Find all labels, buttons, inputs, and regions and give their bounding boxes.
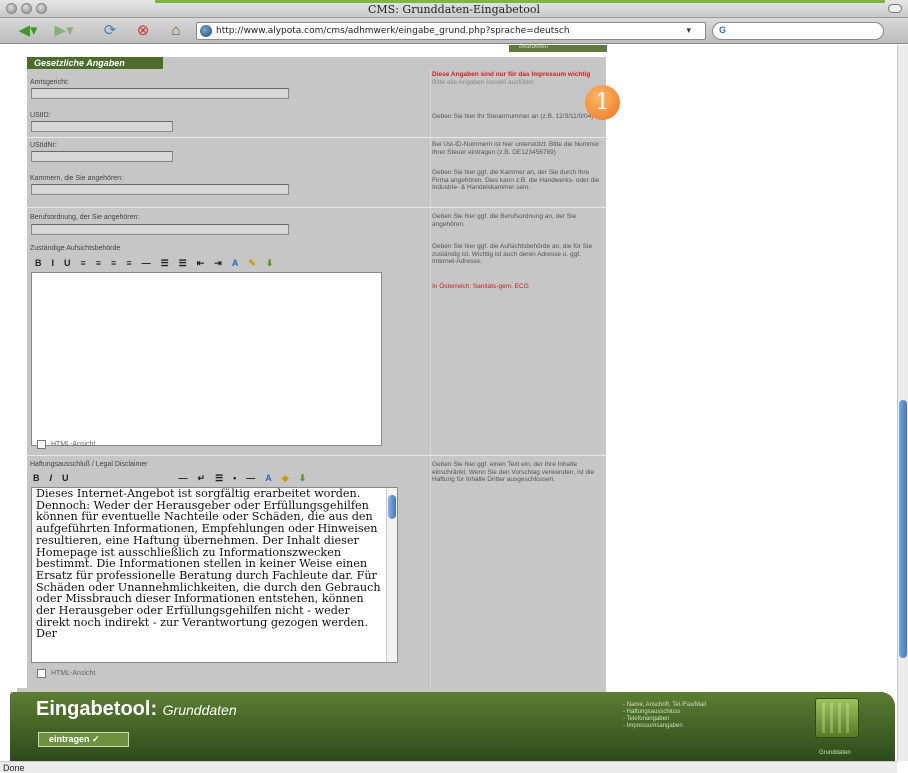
kammern-hint: Geben Sie hier ggf. die Kammer an, der S… (432, 169, 600, 191)
align-right-button[interactable]: ≡ (111, 258, 116, 268)
window-title: CMS: Grunddaten-Eingabetool (368, 3, 540, 16)
berufsordnung-input[interactable] (31, 224, 289, 235)
html-view-label: HTML-Ansicht (51, 670, 96, 677)
reload-icon[interactable]: ⟳ (100, 22, 120, 40)
text-color-button[interactable]: A (232, 258, 239, 268)
row-separator (27, 207, 606, 208)
indent-button[interactable]: ⇥ (214, 258, 222, 269)
insert-button[interactable]: ⬇ (266, 258, 274, 269)
underline-button[interactable]: U (64, 258, 71, 268)
footer-link[interactable]: - Haftungsausschluss (623, 709, 706, 716)
submit-button[interactable]: eintragen ✓ (38, 732, 129, 747)
disclaimer-scrollbar[interactable] (386, 488, 397, 662)
text-color-button[interactable]: A (265, 473, 272, 483)
required-subhint: Bitte alle Angaben korrekt ausfüllen (432, 79, 534, 86)
status-bar: Done (0, 761, 897, 773)
site-globe-icon (200, 25, 212, 37)
aufsicht-red-hint: In Österreich: Sanitäts-gem. ECG (432, 283, 529, 290)
footer-title: Eingabetool: Grunddaten (36, 698, 237, 721)
window-titlebar: CMS: Grunddaten-Eingabetool (0, 0, 908, 18)
outdent-button[interactable]: ⇤ (197, 258, 205, 269)
search-field[interactable]: G (712, 22, 884, 40)
ustidnr-label: UStIdNr: (30, 142, 57, 149)
aufsicht-hint: Geben Sie hier ggf. die Aufsichtsbehörde… (432, 243, 593, 265)
berufsordnung-label: Berufsordnung, der Sie angehören: (30, 214, 140, 221)
browser-toolbar: ◀▾ ▶▾ ⟳ ⊗ ⌂ http://www.alypota.com/cms/a… (0, 18, 908, 44)
column-divider (430, 69, 431, 697)
bullet-button[interactable]: • (233, 473, 236, 483)
page-scroll-thumb[interactable] (899, 400, 907, 658)
search-engine-icon[interactable]: G (719, 25, 726, 35)
insert-button[interactable]: ⬇ (299, 473, 307, 484)
html-view-checkbox[interactable] (37, 669, 46, 678)
editor1-toolbar: B I U ≡ ≡ ≡ ≡ — ☰ ☰ ⇤ ⇥ A ✎ ⬇ (35, 256, 273, 270)
footer-link[interactable]: - Telefonangaben (623, 716, 706, 723)
required-hint: Diese Angaben sind nur für das Impressum… (432, 71, 591, 78)
align-left-button[interactable]: ≡ (81, 258, 86, 268)
highlight-button[interactable]: ✎ (248, 258, 256, 269)
home-icon[interactable]: ⌂ (166, 22, 186, 40)
footer-link[interactable]: - Name, Anschrift, Tel./Fax/Mail (623, 702, 706, 709)
html-view-checkbox[interactable] (37, 440, 46, 449)
url-field[interactable]: http://www.alypota.com/cms/adhmwerk/eing… (196, 22, 706, 40)
aufsicht-label: Zuständige Aufsichtsbehörde (30, 245, 121, 252)
line-break-button[interactable]: ↵ (198, 473, 206, 484)
italic-button[interactable]: I (50, 473, 53, 483)
footer-subtitle: Grunddaten (162, 702, 237, 718)
crate-caption: Grunddaten (819, 750, 851, 756)
justify-button[interactable]: ≡ (126, 258, 131, 268)
form-panel: Gesetzliche Angaben Amtsgericht: Diese A… (27, 57, 606, 697)
footer-bar: Eingabetool: Grunddaten eintragen ✓ - Na… (10, 692, 895, 761)
section-tab: Gesetzliche Angaben (27, 57, 163, 69)
row-separator (27, 137, 606, 138)
unordered-list-button[interactable]: ☰ (179, 258, 187, 269)
underline-button[interactable]: U (62, 473, 69, 483)
row-separator (27, 455, 606, 456)
disclaimer-label: Haftungsausschluß / Legal Disclaimer (30, 461, 148, 468)
disclaimer-hint: Geben Sie hier ggf. einen Text ein, der … (432, 461, 595, 483)
top-strip: Bearbeiten (509, 44, 607, 52)
hr-button[interactable]: — (179, 473, 188, 483)
disclaimer-scroll-thumb[interactable] (388, 495, 396, 519)
ustid-hint: Bei Ust-ID-Nummern ist hier unterstützt.… (432, 141, 600, 156)
url-text: http://www.alypota.com/cms/adhmwerk/eing… (216, 26, 570, 36)
amtsgericht-label: Amtsgericht: (30, 79, 69, 86)
footer-links: - Name, Anschrift, Tel./Fax/Mail - Haftu… (623, 702, 706, 730)
kammern-label: Kammern, die Sie angehören: (30, 175, 123, 182)
align-center-button[interactable]: ≡ (96, 258, 101, 268)
editor2-toolbar: B I U — ↵ ☰ • — A ◆ ⬇ (33, 471, 306, 485)
steuernummer-hint: Geben Sie hier Ihr Steuernummer an (z.B.… (432, 113, 594, 120)
step-number-badge: 1 (585, 85, 620, 120)
disclaimer-editor[interactable]: Dieses Internet-Angebot ist sorgfältig e… (31, 487, 398, 663)
bold-button[interactable]: B (35, 258, 42, 268)
top-strip-label: Bearbeiten (519, 44, 549, 50)
disclaimer-text[interactable]: Dieses Internet-Angebot ist sorgfältig e… (36, 488, 382, 651)
rule-button[interactable]: — (246, 473, 255, 483)
kammern-input[interactable] (31, 184, 289, 195)
forward-icon[interactable]: ▶▾ (50, 22, 78, 40)
footer-title-main: Eingabetool: (36, 698, 158, 720)
ustidnr-input[interactable] (31, 151, 173, 162)
berufsordnung-hint: Geben Sie hier ggf. die Berufsordnung an… (432, 213, 577, 228)
highlight-button[interactable]: ◆ (282, 473, 289, 484)
bold-button[interactable]: B (33, 473, 40, 483)
html-view-label: HTML-Ansicht (51, 441, 96, 448)
hr-button[interactable]: — (142, 258, 151, 268)
back-icon[interactable]: ◀▾ (14, 22, 42, 40)
italic-button[interactable]: I (52, 258, 55, 268)
crate-icon (815, 698, 859, 738)
ustid-label: UStID: (30, 112, 51, 119)
list-button[interactable]: ☰ (215, 473, 223, 484)
amtsgericht-input[interactable] (31, 88, 289, 99)
page-vertical-scrollbar[interactable] (897, 45, 908, 761)
page-content: Bearbeiten Gesetzliche Angaben Amtsgeric… (0, 44, 897, 761)
aufsicht-editor[interactable] (31, 272, 382, 446)
ustid-input[interactable] (31, 121, 173, 132)
url-dropdown-icon[interactable]: ▾ (686, 25, 691, 36)
status-text: Done (3, 763, 25, 773)
stop-icon[interactable]: ⊗ (133, 22, 153, 40)
toolbar-toggle-icon[interactable] (888, 4, 902, 13)
ordered-list-button[interactable]: ☰ (161, 258, 169, 269)
footer-link[interactable]: - Impressumsangaben (623, 723, 706, 730)
